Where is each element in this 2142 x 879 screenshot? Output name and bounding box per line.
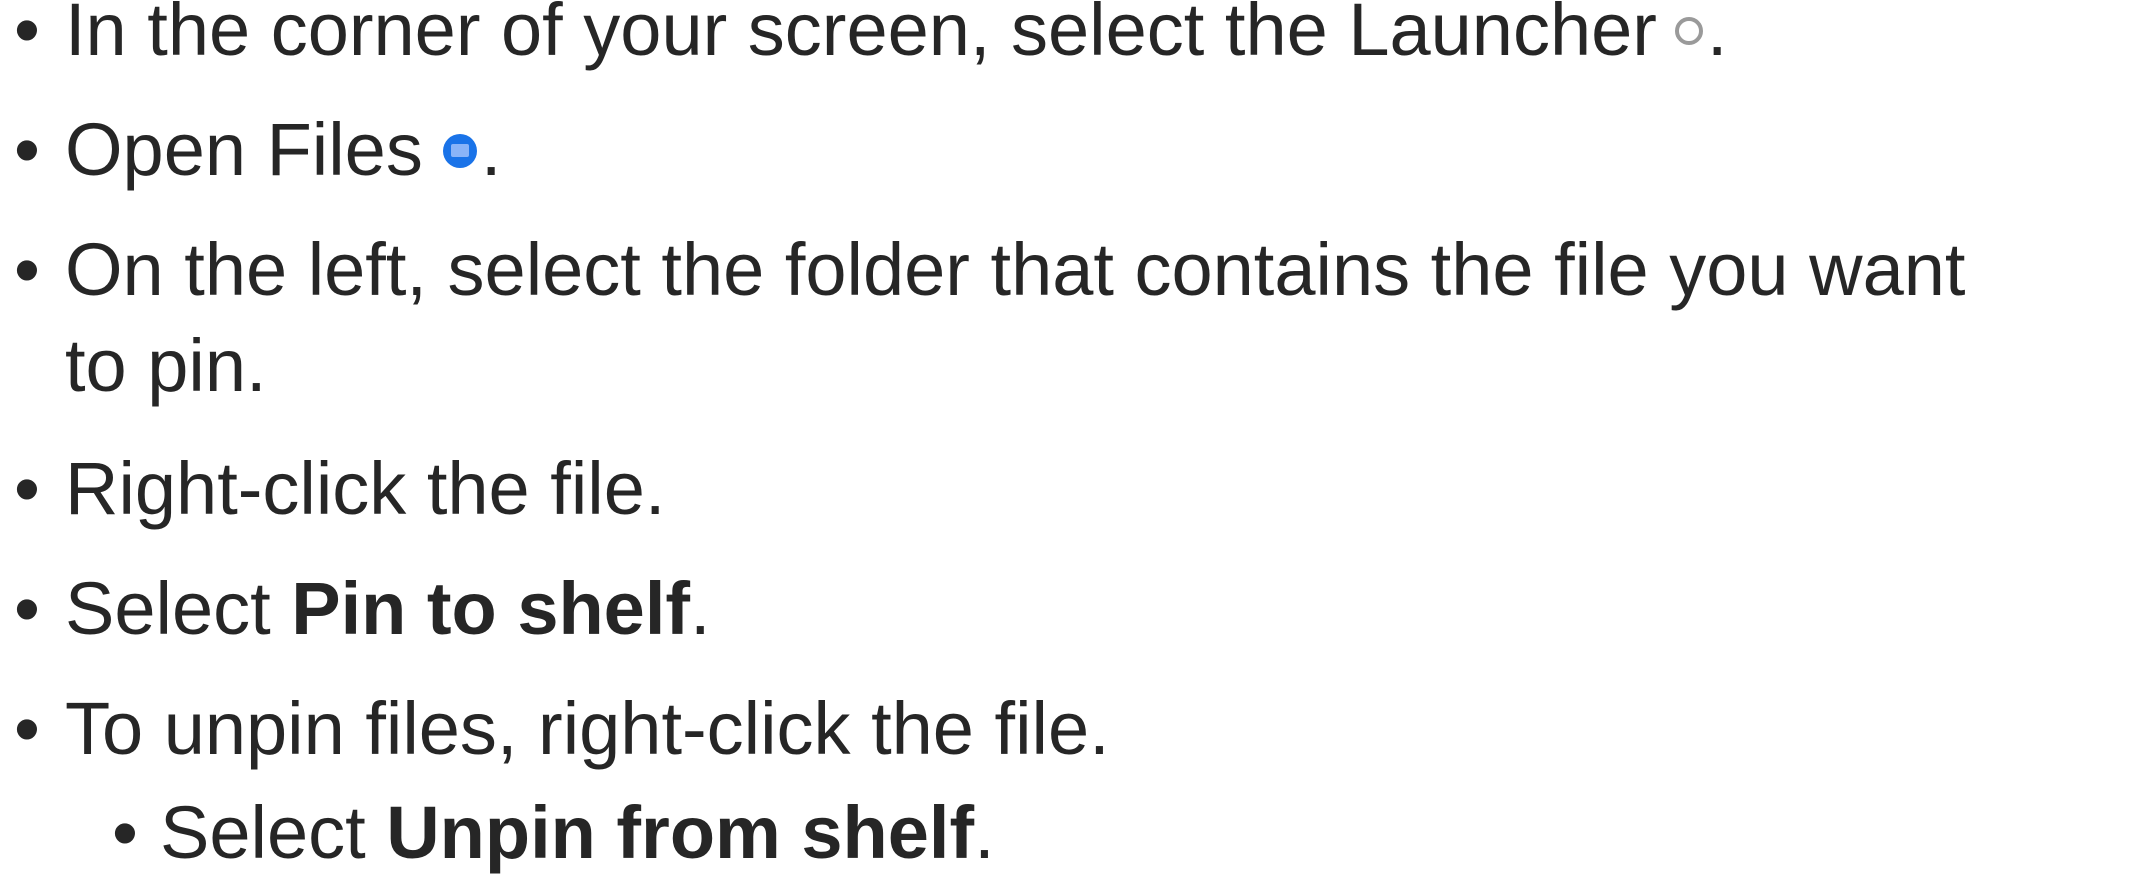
step-text: Right-click the file. <box>65 447 666 530</box>
step-text-after: . <box>480 108 502 191</box>
step-text-before: In the corner of your screen, select the… <box>65 0 1657 71</box>
bullet: • <box>14 228 40 311</box>
step-text: To unpin files, right-click the file. <box>65 687 1110 770</box>
step-text: Select Pin to shelf. <box>65 563 711 655</box>
step-text: Open Files. <box>65 104 501 196</box>
step-text: Select Unpin from shelf. <box>160 787 995 879</box>
step-text-before: Select <box>65 567 292 650</box>
step-text-before: Open Files <box>65 108 423 191</box>
step-text: In the corner of your screen, select the… <box>65 0 1727 76</box>
unpin-from-shelf-label: Unpin from shelf <box>386 791 975 874</box>
step-text-after: . <box>690 567 711 650</box>
bullet: • <box>14 0 40 71</box>
pin-to-shelf-label: Pin to shelf <box>291 567 691 650</box>
bullet: • <box>14 567 40 650</box>
files-icon <box>442 134 477 169</box>
bullet: • <box>14 447 40 530</box>
step-text-after: . <box>1706 0 1728 71</box>
step-text-after: . <box>974 791 995 874</box>
step-text-line1: On the left, select the folder that cont… <box>65 228 1966 311</box>
launcher-icon <box>1674 17 1703 46</box>
step-text-line2: to pin. <box>65 324 267 407</box>
bullet: • <box>14 687 40 770</box>
bullet: • <box>14 108 40 191</box>
bullet: • <box>112 791 138 874</box>
step-text-before: Select <box>160 791 387 874</box>
